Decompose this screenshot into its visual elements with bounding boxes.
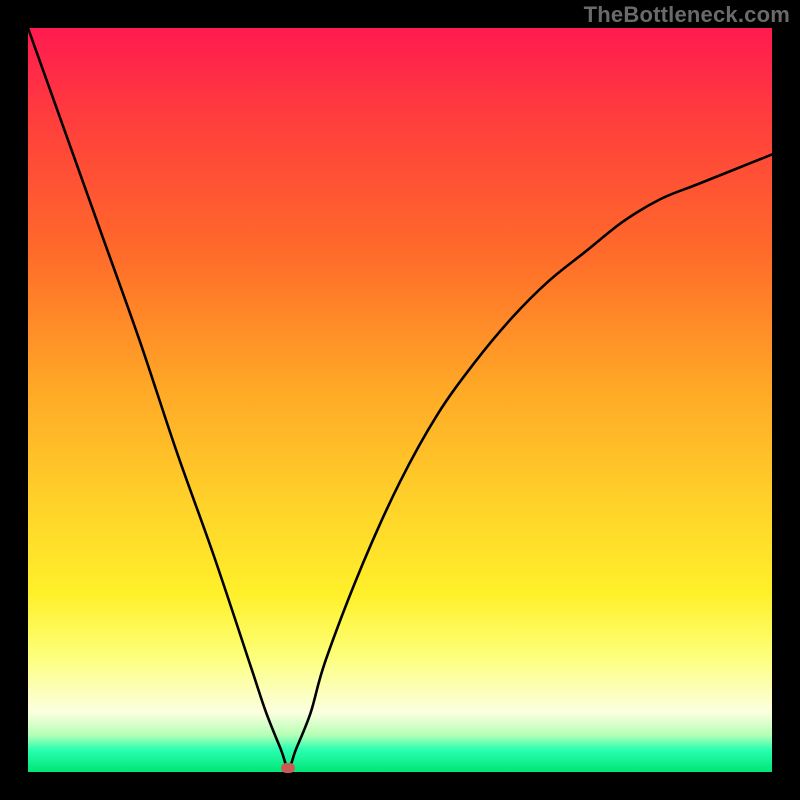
bottleneck-curve bbox=[28, 28, 772, 772]
optimal-point-marker bbox=[281, 763, 295, 773]
chart-frame: TheBottleneck.com bbox=[0, 0, 800, 800]
plot-area bbox=[28, 28, 772, 772]
watermark-text: TheBottleneck.com bbox=[584, 2, 790, 28]
